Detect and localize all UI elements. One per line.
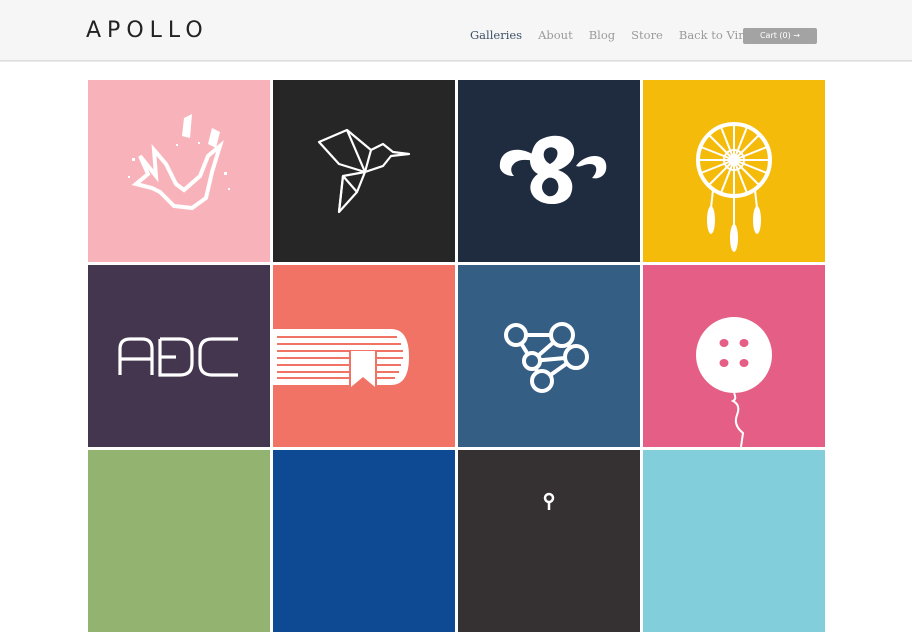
nav-back-to-virb[interactable]: Back to Virb xyxy=(679,28,751,42)
main-nav: Galleries About Blog Store Back to Virb xyxy=(470,28,767,42)
gallery-tile[interactable] xyxy=(458,80,640,262)
origami-hummingbird-icon xyxy=(317,128,411,214)
gallery-grid xyxy=(88,80,825,632)
ampersand-icon xyxy=(499,135,607,205)
site-logo[interactable]: APOLLO xyxy=(86,18,209,43)
nav-store[interactable]: Store xyxy=(631,28,663,42)
broken-v-icon xyxy=(128,114,230,211)
cart-button[interactable]: Cart (0) → xyxy=(743,28,817,44)
gallery-tile[interactable] xyxy=(88,80,270,262)
nav-galleries[interactable]: Galleries xyxy=(470,28,522,42)
book-bookmark-icon xyxy=(273,329,409,387)
gallery-tile[interactable] xyxy=(643,265,825,447)
gallery-tile[interactable] xyxy=(643,80,825,262)
gallery-tile[interactable] xyxy=(643,450,825,632)
tile-icon xyxy=(543,492,555,510)
site-header: APOLLO Galleries About Blog Store Back t… xyxy=(0,0,912,61)
gallery-tile[interactable] xyxy=(458,450,640,632)
gallery-tile[interactable] xyxy=(88,450,270,632)
button-balloon-icon xyxy=(696,317,772,447)
dreamcatcher-icon xyxy=(696,122,772,252)
network-nodes-icon xyxy=(504,322,589,393)
gallery-tile[interactable] xyxy=(273,450,455,632)
nav-blog[interactable]: Blog xyxy=(589,28,615,42)
gallery-tile[interactable] xyxy=(458,265,640,447)
gallery-tile[interactable] xyxy=(88,265,270,447)
abc-letters-icon xyxy=(118,337,238,377)
nav-about[interactable]: About xyxy=(538,28,573,42)
gallery-tile[interactable] xyxy=(273,265,455,447)
gallery-tile[interactable] xyxy=(273,80,455,262)
